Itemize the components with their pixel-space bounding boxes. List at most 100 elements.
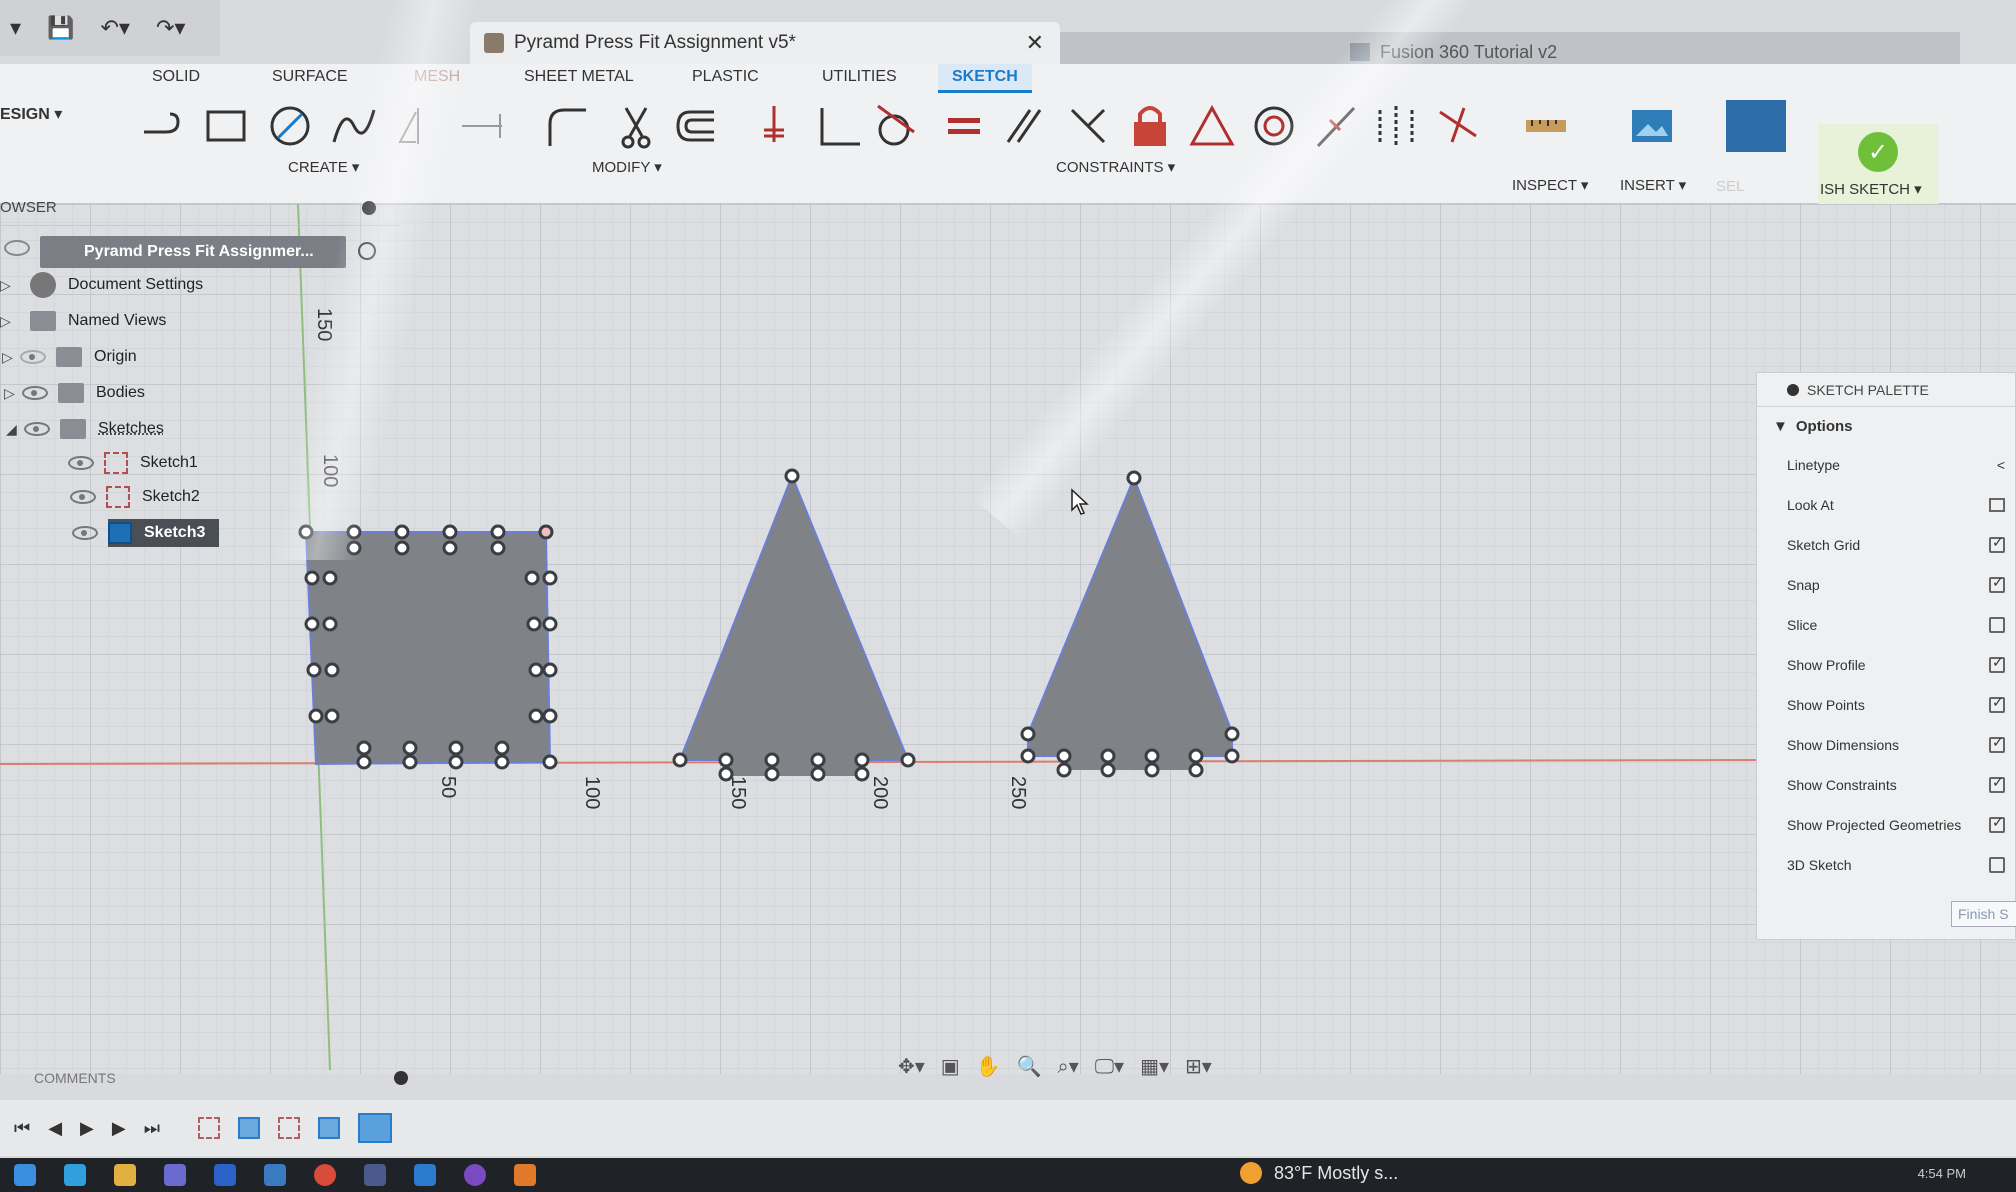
document-tab[interactable]: Pyramd Press Fit Assignment v5* ✕ (470, 22, 1060, 64)
orbit-icon[interactable]: ✥▾ (898, 1054, 925, 1079)
snap-checkbox[interactable] (1989, 577, 2005, 593)
hidden-eye-icon[interactable] (20, 350, 46, 364)
browser-item-named-views[interactable]: ▷ Named Views (0, 306, 166, 336)
option-show-constraints[interactable]: Show Constraints (1757, 765, 2015, 805)
app-icon[interactable] (364, 1164, 386, 1186)
system-clock[interactable]: 4:54 PM (1918, 1166, 1966, 1181)
menu-dropdown-icon[interactable]: ▾ (10, 15, 21, 41)
timeline-active-sketch-feature[interactable] (358, 1113, 392, 1143)
file-explorer-icon[interactable] (114, 1164, 136, 1186)
option-show-profile[interactable]: Show Profile (1757, 645, 2015, 685)
mirror-tool-icon[interactable] (392, 100, 444, 152)
visibility-eye-icon[interactable] (4, 240, 30, 256)
line-tool-icon[interactable] (136, 100, 188, 152)
fit-zoom-icon[interactable]: ⌕▾ (1058, 1054, 1079, 1079)
activate-radio-icon[interactable] (358, 242, 376, 260)
tab-surface[interactable]: SURFACE (272, 68, 348, 86)
curvature-constraint-icon[interactable] (1432, 100, 1484, 152)
play-icon[interactable]: ▶ (80, 1118, 94, 1139)
modify-group-label[interactable]: MODIFY ▾ (592, 158, 662, 176)
workspace-switcher[interactable]: ESIGN ▾ (0, 104, 62, 124)
expand-arrow-icon[interactable]: ▷ (2, 349, 16, 366)
symmetric-lines-constraint-icon[interactable] (1370, 100, 1422, 152)
fusion-icon[interactable] (514, 1164, 536, 1186)
linetype-icon[interactable]: < (1997, 457, 2005, 473)
comments-add-icon[interactable] (394, 1071, 408, 1085)
undo-icon[interactable]: ↶▾ (100, 15, 129, 41)
viewports-icon[interactable]: ⊞▾ (1185, 1054, 1212, 1079)
dropbox-icon[interactable] (214, 1164, 236, 1186)
timeline-sketch-feature[interactable] (198, 1117, 220, 1139)
tab-sheet-metal[interactable]: SHEET METAL (524, 68, 634, 86)
tab-solid[interactable]: SOLID (152, 68, 200, 86)
insert-image-icon[interactable] (1626, 100, 1678, 152)
chrome-icon[interactable] (314, 1164, 336, 1186)
measure-icon[interactable] (1520, 100, 1572, 152)
browser-root-component[interactable]: Pyramd Press Fit Assignmer... (40, 236, 346, 268)
go-to-start-icon[interactable]: ⏮ (14, 1118, 30, 1139)
offset-tool-icon[interactable] (670, 100, 722, 152)
save-icon[interactable]: 💾 (47, 15, 74, 41)
show-dimensions-checkbox[interactable] (1989, 737, 2005, 753)
show-projected-geometries-checkbox[interactable] (1989, 817, 2005, 833)
palette-pin-icon[interactable] (1787, 384, 1799, 396)
option-linetype[interactable]: Linetype < (1757, 445, 2015, 485)
close-tab-icon[interactable]: ✕ (1026, 30, 1044, 56)
visibility-eye-icon[interactable] (22, 386, 48, 400)
active-sketch-highlight[interactable]: Sketch3 (108, 519, 219, 547)
option-sketch-grid[interactable]: Sketch Grid (1757, 525, 2015, 565)
timeline-extrude-feature[interactable] (318, 1117, 340, 1139)
pan-hand-icon[interactable]: ✋ (976, 1054, 1001, 1079)
option-slice[interactable]: Slice (1757, 605, 2015, 645)
triangle-constraint-icon[interactable] (1186, 100, 1238, 152)
tab-utilities[interactable]: UTILITIES (822, 68, 897, 86)
coincident-constraint-icon[interactable] (748, 100, 800, 152)
options-section-header[interactable]: ▼ Options (1757, 407, 2015, 445)
browser-item-sketch1[interactable]: Sketch1 (64, 448, 198, 478)
visibility-eye-icon[interactable] (72, 526, 98, 540)
midpoint-constraint-icon[interactable] (1310, 100, 1362, 152)
trim-tool-icon[interactable] (610, 100, 662, 152)
3d-sketch-checkbox[interactable] (1989, 857, 2005, 873)
concentric-constraint-icon[interactable] (1248, 100, 1300, 152)
option-snap[interactable]: Snap (1757, 565, 2015, 605)
expand-arrow-icon[interactable]: ▷ (0, 313, 14, 330)
sketch-palette-header[interactable]: SKETCH PALETTE (1757, 373, 2015, 407)
visibility-eye-icon[interactable] (68, 456, 94, 470)
insert-group-label[interactable]: INSERT ▾ (1620, 176, 1686, 194)
fix-constraint-lock-icon[interactable] (1124, 100, 1176, 152)
tangent-constraint-icon[interactable] (870, 100, 922, 152)
timeline-extrude-feature[interactable] (238, 1117, 260, 1139)
tab-plastic[interactable]: PLASTIC (692, 68, 759, 86)
slice-checkbox[interactable] (1989, 617, 2005, 633)
spline-tool-icon[interactable] (328, 100, 380, 152)
tab-sketch[interactable]: SKETCH (938, 64, 1032, 93)
select-group-label[interactable]: SEL (1716, 178, 1744, 195)
visibility-eye-icon[interactable] (70, 490, 96, 504)
collapse-arrow-icon[interactable]: ◢ (6, 421, 20, 438)
edge-browser-icon[interactable] (64, 1164, 86, 1186)
option-look-at[interactable]: Look At (1757, 485, 2015, 525)
show-points-checkbox[interactable] (1989, 697, 2005, 713)
mail-icon[interactable] (264, 1164, 286, 1186)
option-show-points[interactable]: Show Points (1757, 685, 2015, 725)
expand-arrow-icon[interactable]: ▷ (4, 385, 18, 402)
inspect-group-label[interactable]: INSPECT ▾ (1512, 176, 1588, 194)
go-to-end-icon[interactable]: ⏭ (144, 1118, 160, 1139)
zoom-icon[interactable]: 🔍 (1017, 1054, 1042, 1079)
show-constraints-checkbox[interactable] (1989, 777, 2005, 793)
select-icon[interactable] (1726, 100, 1786, 152)
step-back-icon[interactable]: ◀ (48, 1118, 62, 1139)
option-3d-sketch[interactable]: 3D Sketch (1757, 845, 2015, 885)
browser-pin-icon[interactable] (362, 201, 376, 215)
create-group-label[interactable]: CREATE ▾ (288, 158, 359, 176)
look-at-icon[interactable] (1989, 498, 2005, 512)
app-icon[interactable] (164, 1164, 186, 1186)
show-profile-checkbox[interactable] (1989, 657, 2005, 673)
circle-tool-icon[interactable] (264, 100, 316, 152)
grid-settings-icon[interactable]: ▦▾ (1140, 1054, 1169, 1079)
timeline-sketch-feature[interactable] (278, 1117, 300, 1139)
project-tool-icon[interactable] (456, 100, 508, 152)
perpendicular-constraint-icon[interactable] (812, 100, 864, 152)
weather-widget[interactable]: 83°F Mostly s... (1240, 1162, 1398, 1184)
